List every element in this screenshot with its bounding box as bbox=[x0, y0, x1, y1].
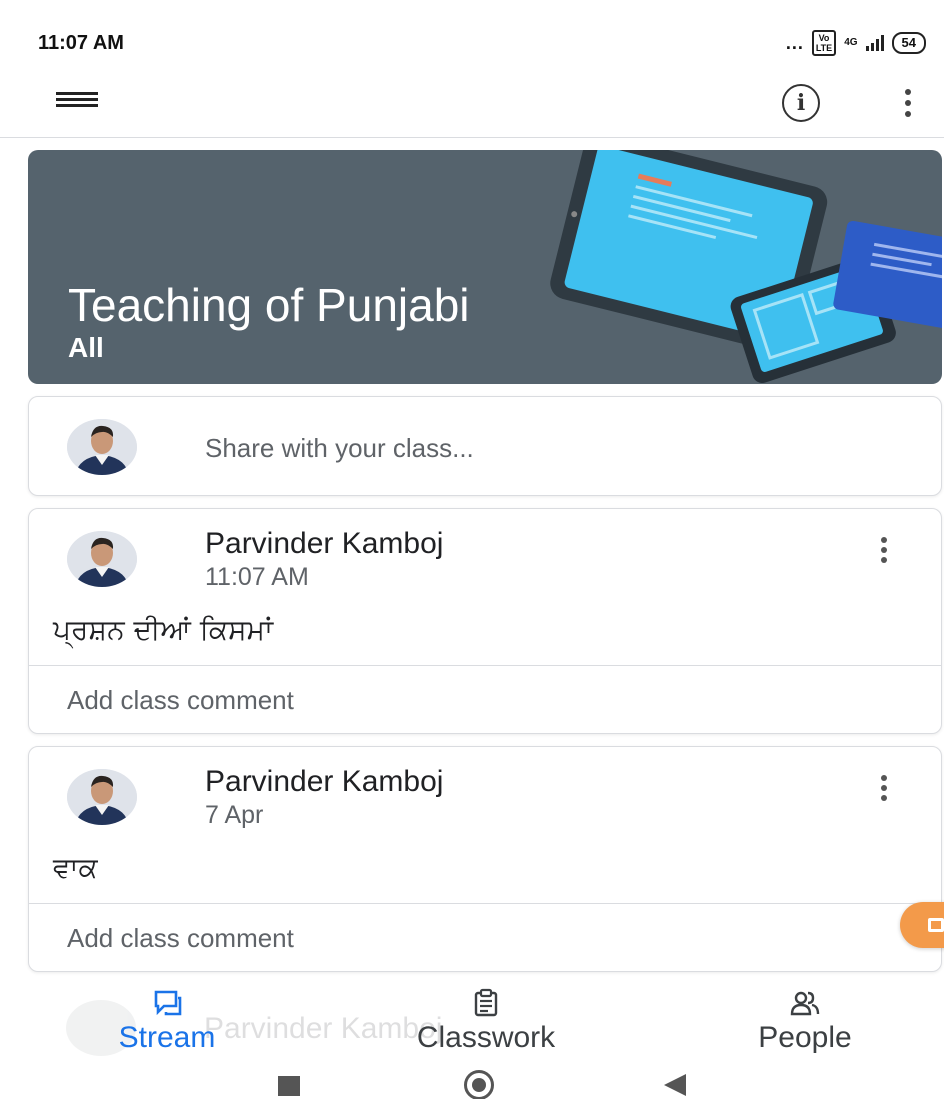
post-more-icon[interactable] bbox=[877, 771, 891, 805]
notification-dots: ... bbox=[785, 32, 804, 53]
banner-illustration bbox=[550, 150, 942, 383]
avatar bbox=[67, 531, 137, 587]
tab-classwork[interactable]: Classwork bbox=[364, 980, 608, 1056]
class-title: Teaching of Punjabi bbox=[68, 279, 470, 331]
post-time: 7 Apr bbox=[205, 801, 264, 829]
tab-label: Stream bbox=[118, 1021, 216, 1054]
divider bbox=[29, 665, 941, 666]
classwork-icon bbox=[474, 988, 498, 1017]
signal-bars-icon bbox=[865, 35, 884, 51]
avatar bbox=[67, 769, 137, 825]
people-icon bbox=[790, 991, 820, 1016]
stream-icon bbox=[154, 990, 182, 1016]
more-vert-icon[interactable] bbox=[896, 86, 920, 120]
post-body[interactable]: ਵਾਕ bbox=[53, 851, 98, 885]
avatar bbox=[67, 419, 137, 475]
add-comment-button[interactable]: Add class comment bbox=[67, 685, 294, 716]
battery-level: 54 bbox=[901, 35, 916, 50]
stream-post: Parvinder Kamboj 11:07 AM ਪ੍ਰਸ਼ਨ ਦੀਆਂ ਕਿ… bbox=[28, 508, 942, 734]
bottom-navigation: Stream Classwork People bbox=[0, 980, 944, 1056]
recent-apps-icon[interactable] bbox=[278, 1076, 300, 1096]
floating-action-icon[interactable] bbox=[900, 902, 944, 948]
stream-post: Parvinder Kamboj 7 Apr ਵਾਕ Add class com… bbox=[28, 746, 942, 972]
tab-people[interactable]: People bbox=[720, 980, 890, 1056]
add-comment-button[interactable]: Add class comment bbox=[67, 923, 294, 954]
info-icon[interactable]: i bbox=[782, 84, 820, 122]
class-banner[interactable]: Teaching of Punjabi All bbox=[28, 150, 942, 384]
home-icon[interactable] bbox=[464, 1070, 494, 1099]
share-card[interactable]: Share with your class... bbox=[28, 396, 942, 496]
volte-icon: Vo LTE bbox=[811, 30, 837, 56]
tab-stream[interactable]: Stream bbox=[82, 980, 252, 1056]
tab-label: Classwork bbox=[416, 1021, 556, 1054]
hamburger-menu-icon[interactable] bbox=[52, 86, 102, 116]
post-time: 11:07 AM bbox=[205, 563, 309, 591]
battery-icon: 54 bbox=[891, 32, 926, 54]
post-body[interactable]: ਪ੍ਰਸ਼ਨ ਦੀਆਂ ਕਿਸਮਾਂ bbox=[53, 613, 273, 647]
tab-label: People bbox=[758, 1021, 852, 1054]
class-section: All bbox=[68, 332, 104, 363]
post-author: Parvinder Kamboj bbox=[205, 765, 444, 798]
status-time: 11:07 AM bbox=[38, 32, 124, 54]
status-bar: 11:07 AM ... Vo LTE 4G 54 bbox=[0, 0, 944, 80]
network-type: 4G bbox=[844, 37, 858, 48]
post-more-icon[interactable] bbox=[877, 533, 891, 567]
app-bar: i bbox=[0, 80, 944, 138]
back-icon[interactable] bbox=[664, 1074, 686, 1096]
system-navigation bbox=[0, 1058, 944, 1099]
status-icons: ... Vo LTE 4G 54 bbox=[786, 30, 926, 56]
divider bbox=[29, 903, 941, 904]
post-author: Parvinder Kamboj bbox=[205, 527, 444, 560]
share-input[interactable]: Share with your class... bbox=[205, 433, 474, 464]
